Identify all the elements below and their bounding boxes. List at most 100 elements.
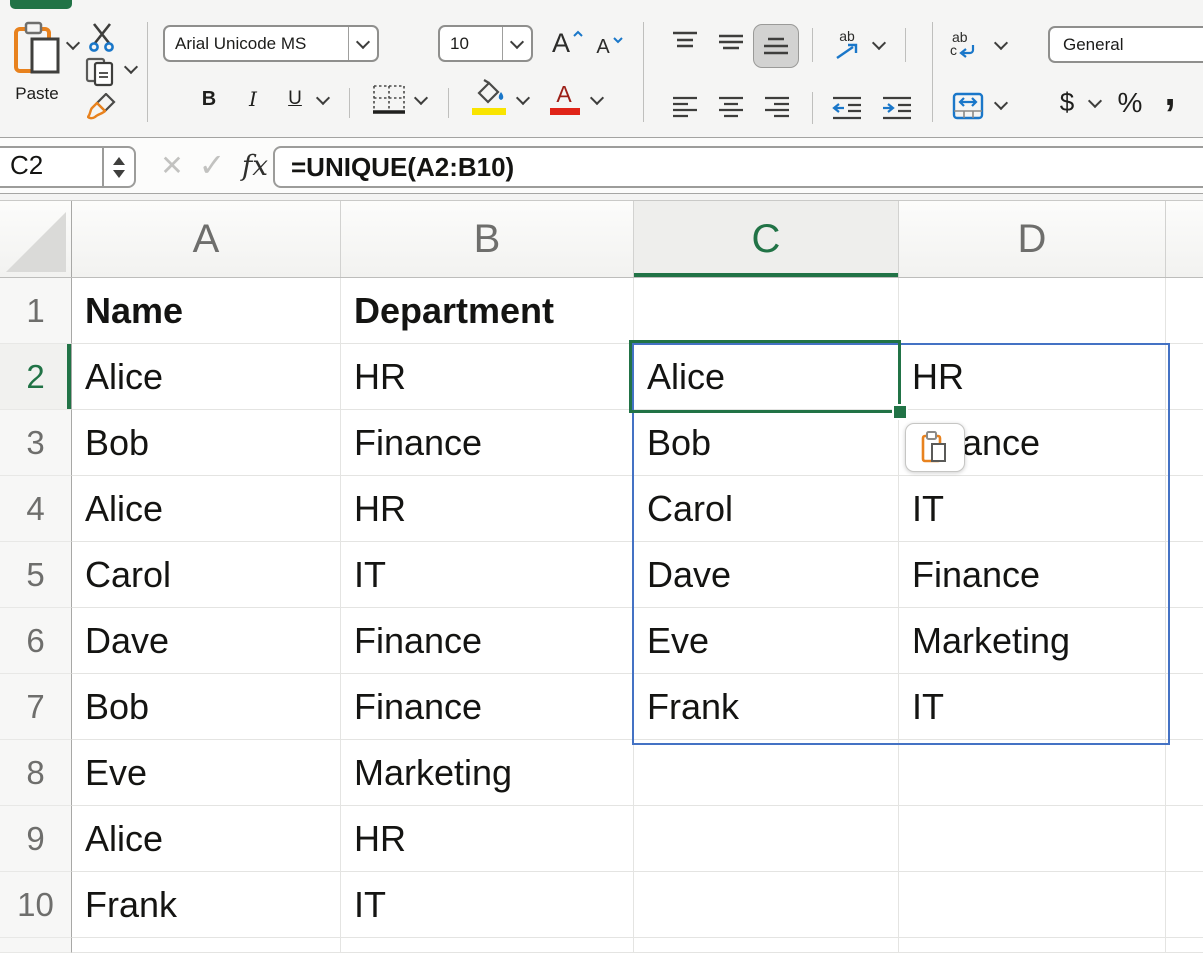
- cell-A7[interactable]: Bob: [72, 674, 341, 740]
- font-name-dropdown[interactable]: [348, 27, 377, 60]
- select-all-corner[interactable]: [0, 201, 72, 277]
- cell-C9[interactable]: [634, 806, 899, 872]
- fill-color-button[interactable]: [470, 78, 508, 106]
- font-color-dropdown-chevron-icon[interactable]: [590, 91, 604, 105]
- cell-D6[interactable]: Marketing: [899, 608, 1166, 674]
- cell-B10[interactable]: IT: [341, 872, 634, 938]
- italic-button[interactable]: I: [243, 86, 263, 112]
- row-header-2[interactable]: 2: [0, 344, 72, 410]
- column-header-C[interactable]: C: [634, 201, 899, 277]
- row-header-11[interactable]: [0, 938, 72, 953]
- cell-B11[interactable]: [341, 938, 634, 953]
- cell-A6[interactable]: Dave: [72, 608, 341, 674]
- decrease-font-size-button[interactable]: A: [592, 32, 628, 62]
- text-orientation-button[interactable]: ab: [828, 26, 866, 64]
- font-size-dropdown[interactable]: [502, 27, 531, 60]
- cancel-button[interactable]: ✕: [156, 148, 188, 182]
- font-color-button[interactable]: A: [548, 80, 580, 108]
- cell-C5[interactable]: Dave: [634, 542, 899, 608]
- column-header-B[interactable]: B: [341, 201, 634, 277]
- cell-D11[interactable]: [899, 938, 1166, 953]
- row-header-3[interactable]: 3: [0, 410, 72, 476]
- fill-handle[interactable]: [892, 404, 908, 420]
- align-center-button[interactable]: [716, 94, 746, 120]
- align-top-button[interactable]: [670, 30, 700, 54]
- cell-C8[interactable]: [634, 740, 899, 806]
- decrease-indent-button[interactable]: [830, 94, 864, 122]
- currency-format-button[interactable]: $: [1054, 86, 1080, 118]
- paste-dropdown-chevron-icon[interactable]: [66, 36, 80, 50]
- formula-input[interactable]: =UNIQUE(A2:B10): [273, 146, 1203, 188]
- row-header-1[interactable]: 1: [0, 278, 72, 344]
- cell-E8[interactable]: [1166, 740, 1203, 806]
- format-painter-button[interactable]: [86, 92, 120, 122]
- cell-E5[interactable]: [1166, 542, 1203, 608]
- increase-indent-button[interactable]: [880, 94, 914, 122]
- cell-A3[interactable]: Bob: [72, 410, 341, 476]
- column-header-A[interactable]: A: [72, 201, 341, 277]
- increase-font-size-button[interactable]: A: [548, 26, 588, 60]
- cell-E3[interactable]: [1166, 410, 1203, 476]
- underline-button[interactable]: U: [283, 86, 307, 112]
- row-header-7[interactable]: 7: [0, 674, 72, 740]
- cell-B8[interactable]: Marketing: [341, 740, 634, 806]
- column-header-E-partial[interactable]: [1166, 201, 1203, 277]
- merge-dropdown-chevron-icon[interactable]: [994, 96, 1008, 110]
- cell-C3[interactable]: Bob: [634, 410, 899, 476]
- cell-E7[interactable]: [1166, 674, 1203, 740]
- cell-E6[interactable]: [1166, 608, 1203, 674]
- fill-color-dropdown-chevron-icon[interactable]: [516, 91, 530, 105]
- cell-D4[interactable]: IT: [899, 476, 1166, 542]
- cell-A5[interactable]: Carol: [72, 542, 341, 608]
- align-left-button[interactable]: [670, 94, 700, 120]
- underline-dropdown-chevron-icon[interactable]: [316, 91, 330, 105]
- merge-cells-button[interactable]: [950, 90, 986, 122]
- cell-D8[interactable]: [899, 740, 1166, 806]
- borders-dropdown-chevron-icon[interactable]: [414, 91, 428, 105]
- currency-dropdown-chevron-icon[interactable]: [1088, 94, 1102, 108]
- cut-button[interactable]: [86, 22, 118, 52]
- cell-B3[interactable]: Finance: [341, 410, 634, 476]
- row-header-6[interactable]: 6: [0, 608, 72, 674]
- cell-B4[interactable]: HR: [341, 476, 634, 542]
- row-header-10[interactable]: 10: [0, 872, 72, 938]
- cell-A2[interactable]: Alice: [72, 344, 341, 410]
- copy-dropdown-chevron-icon[interactable]: [124, 60, 138, 74]
- cell-C10[interactable]: [634, 872, 899, 938]
- cell-A10[interactable]: Frank: [72, 872, 341, 938]
- cell-D1[interactable]: [899, 278, 1166, 344]
- cell-B2[interactable]: HR: [341, 344, 634, 410]
- cell-E4[interactable]: [1166, 476, 1203, 542]
- cell-B5[interactable]: IT: [341, 542, 634, 608]
- cell-D7[interactable]: IT: [899, 674, 1166, 740]
- paste-button[interactable]: [12, 20, 64, 76]
- percent-style-button[interactable]: %: [1113, 88, 1147, 118]
- cell-E1[interactable]: [1166, 278, 1203, 344]
- cell-C11[interactable]: [634, 938, 899, 953]
- enter-button[interactable]: ✓: [194, 147, 230, 183]
- bold-button[interactable]: B: [197, 86, 221, 112]
- column-header-D[interactable]: D: [899, 201, 1166, 277]
- cell-C6[interactable]: Eve: [634, 608, 899, 674]
- cell-A1[interactable]: Name: [72, 278, 341, 344]
- cell-B1[interactable]: Department: [341, 278, 634, 344]
- cell-D10[interactable]: [899, 872, 1166, 938]
- cell-C7[interactable]: Frank: [634, 674, 899, 740]
- number-format-combobox[interactable]: General: [1048, 26, 1203, 63]
- borders-button[interactable]: [370, 82, 408, 116]
- cell-A4[interactable]: Alice: [72, 476, 341, 542]
- align-right-button[interactable]: [762, 94, 792, 120]
- align-middle-button[interactable]: [716, 30, 746, 54]
- orientation-dropdown-chevron-icon[interactable]: [872, 36, 886, 50]
- font-name-combobox[interactable]: Arial Unicode MS: [163, 25, 379, 62]
- cell-A8[interactable]: Eve: [72, 740, 341, 806]
- cell-C1[interactable]: [634, 278, 899, 344]
- name-box[interactable]: C2: [0, 146, 136, 188]
- cell-A9[interactable]: Alice: [72, 806, 341, 872]
- row-header-5[interactable]: 5: [0, 542, 72, 608]
- cell-A11[interactable]: [72, 938, 341, 953]
- cell-C4[interactable]: Carol: [634, 476, 899, 542]
- row-header-8[interactable]: 8: [0, 740, 72, 806]
- comma-style-button[interactable]: ,: [1158, 74, 1182, 110]
- wrap-text-button[interactable]: ab c: [950, 24, 990, 64]
